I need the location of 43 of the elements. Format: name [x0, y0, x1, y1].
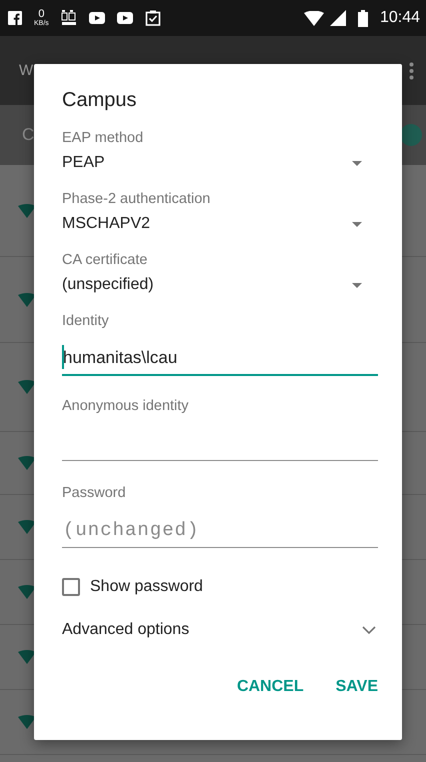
facebook-icon: [8, 11, 22, 25]
checkbox[interactable]: [62, 578, 80, 596]
wifi-signal-icon: [18, 520, 36, 534]
signal-icon: [330, 10, 346, 26]
wifi-signal-icon: [18, 380, 36, 394]
dropdown-arrow-icon: [352, 222, 362, 226]
field-label: CA certificate: [62, 251, 148, 270]
dialog-title: Campus: [62, 88, 138, 112]
wifi-signal-icon: [18, 292, 36, 306]
network-speed-value: 0: [38, 9, 44, 20]
wifi-icon: [304, 10, 324, 26]
clock-time: 10:44: [380, 9, 420, 27]
clipboard-icon: [144, 10, 161, 26]
dropdown-arrow-icon: [352, 160, 362, 166]
dialog-button[interactable]: CANCEL: [228, 670, 312, 704]
switch-label: C: [22, 125, 34, 145]
password-field[interactable]: (unchanged): [62, 503, 378, 548]
switch-thumb[interactable]: [400, 124, 422, 146]
dialog-button[interactable]: SAVE: [328, 670, 386, 704]
dropdown[interactable]: MSCHAPV2: [62, 209, 378, 239]
wifi-signal-icon: [18, 650, 36, 664]
chevron-icon[interactable]: [362, 626, 376, 634]
wifi-signal-icon: [18, 715, 36, 729]
advanced-options-label[interactable]: Advanced options: [62, 621, 190, 639]
wifi-signal-icon: [18, 456, 36, 470]
field-label: EAP method: [62, 129, 144, 148]
field-label: Password: [62, 484, 126, 503]
field-label: Anonymous identity: [62, 397, 189, 416]
field-label: Phase-2 authentication: [62, 190, 210, 209]
dropdown[interactable]: (unspecified): [62, 270, 378, 300]
text-field[interactable]: humanitas\lcau: [62, 331, 378, 376]
calendar-icon: [60, 10, 77, 26]
play-icon: [116, 12, 133, 24]
overflow-menu-icon[interactable]: [409, 62, 414, 80]
play-icon: [88, 12, 105, 24]
field-label: Identity: [62, 312, 109, 331]
wifi-signal-icon: [18, 204, 36, 218]
screen-title: W: [19, 62, 34, 79]
dropdown-arrow-icon: [352, 282, 362, 288]
wifi-signal-icon: [18, 585, 36, 599]
checkbox-label: Show password: [90, 578, 203, 596]
dropdown[interactable]: PEAP: [62, 148, 378, 178]
battery-icon: [358, 10, 368, 26]
